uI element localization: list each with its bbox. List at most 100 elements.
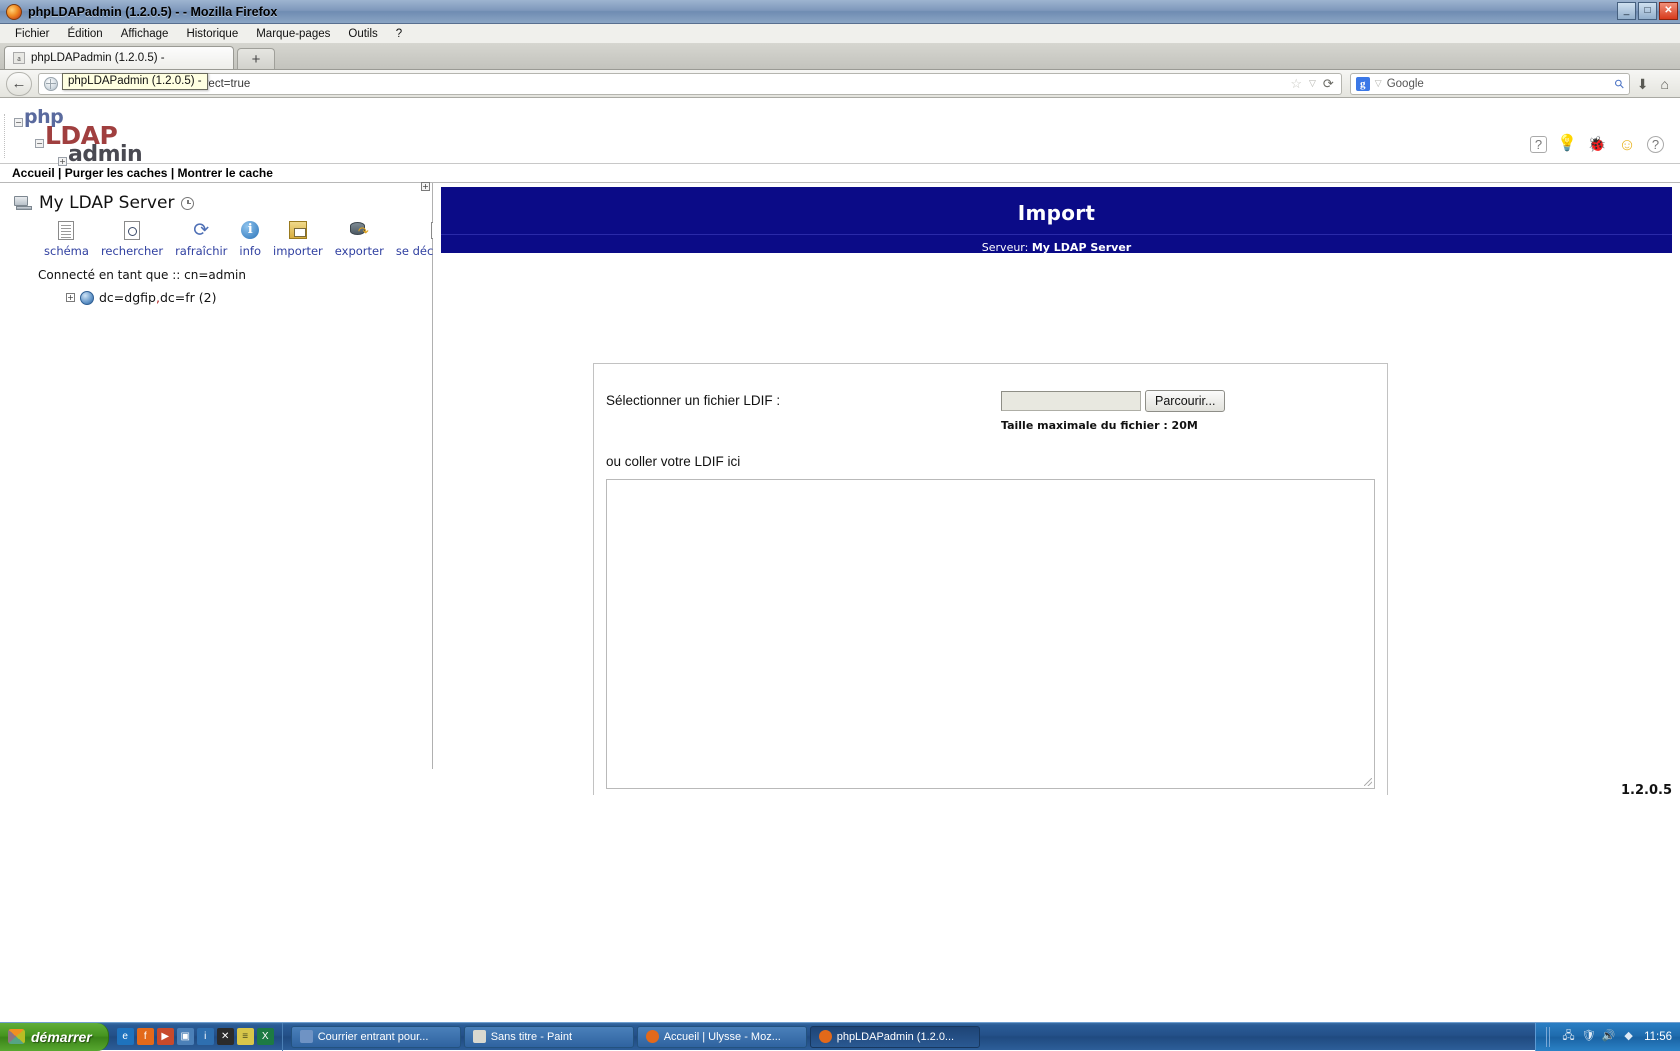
tree-expander-icon[interactable]: + [66, 293, 75, 302]
tree-node-label[interactable]: dc=dgfip,dc=fr (2) [99, 290, 216, 305]
maximize-button[interactable]: □ [1638, 2, 1657, 20]
browser-menubar: Fichier Édition Affichage Historique Mar… [0, 24, 1680, 44]
url-bar[interactable]: 1 md.php?server_id=1&redirect=true ☆ ▽ ⟳ [38, 72, 1342, 95]
menu-outils[interactable]: Outils [339, 26, 386, 42]
taskbar-clock[interactable]: 11:56 [1642, 1031, 1672, 1043]
task-button-paint-label: Sans titre - Paint [490, 1030, 573, 1043]
firefox-icon[interactable]: f [136, 1028, 154, 1045]
tree-node-dc-dgfip[interactable]: + dc=dgfip,dc=fr (2) [0, 282, 432, 305]
start-button-label: démarrer [31, 1028, 92, 1045]
sidebar-tool-info[interactable]: i info [233, 219, 267, 258]
connected-as-text: Connecté en tant que :: cn=admin [38, 268, 246, 282]
task-button-ulysse-label: Accueil | Ulysse - Moz... [663, 1030, 781, 1043]
ldif-textarea[interactable] [606, 479, 1375, 789]
shield-icon[interactable]: 🛡 [1582, 1030, 1596, 1043]
google-icon: g [1355, 76, 1370, 91]
refresh-icon: ⟳ [193, 219, 210, 241]
sidebar: + My LDAP Server schéma rechercher ⟳ raf… [0, 182, 485, 769]
search-icon[interactable]: ⚲ [1611, 75, 1627, 91]
sidebar-tool-schema[interactable]: schéma [38, 219, 95, 258]
server-subtitle-prefix: Serveur: [981, 241, 1032, 254]
sidebar-tool-rafraichir[interactable]: ⟳ rafraîchir [169, 219, 233, 259]
sidebar-resize-handle[interactable]: + [421, 182, 430, 191]
file-select-row: Sélectionner un fichier LDIF : Parcourir… [594, 364, 1387, 432]
nav-link-montrer-le-cache[interactable]: Montrer le cache [178, 166, 273, 180]
logo-box-minus: − [14, 118, 23, 127]
app-nav-links: Accueil | Purger les caches | Montrer le… [0, 164, 1680, 183]
menu-fichier[interactable]: Fichier [6, 26, 59, 42]
nav-separator-2: | [170, 166, 175, 180]
task-button-courrier[interactable]: Courrier entrant pour... [290, 1025, 461, 1048]
close-button[interactable]: ✕ [1659, 2, 1678, 20]
file-select-label: Sélectionner un fichier LDIF : [606, 393, 781, 408]
document-icon [58, 219, 75, 241]
url-bar-actions: ☆ ▽ ⟳ [1290, 77, 1335, 90]
minimize-button[interactable]: _ [1617, 2, 1636, 20]
firefox-icon [818, 1030, 832, 1043]
nav-link-purger-les-caches[interactable]: Purger les caches [65, 166, 168, 180]
network-icon[interactable]: 🖧 [1562, 1030, 1575, 1043]
back-button[interactable]: ← [6, 71, 32, 96]
nav-separator-1: | [58, 166, 62, 180]
lightbulb-icon[interactable]: 💡 [1557, 134, 1577, 154]
downloads-icon[interactable]: ⬇ [1632, 77, 1654, 91]
info-icon[interactable]: i [196, 1028, 214, 1045]
notepad-icon[interactable]: ≡ [236, 1028, 254, 1045]
search-bar[interactable]: g ▽ Google ⚲ [1349, 72, 1630, 95]
tray-handle[interactable] [1546, 1026, 1552, 1047]
server-row[interactable]: My LDAP Server [0, 193, 432, 213]
sidebar-tool-rechercher[interactable]: rechercher [95, 219, 169, 258]
bug-icon[interactable]: 🐞 [1587, 134, 1607, 154]
menu-historique[interactable]: Historique [177, 26, 247, 42]
file-path-input[interactable] [1001, 391, 1141, 411]
info-icon[interactable]: ? [1647, 135, 1664, 153]
header-icon-bar: ? 💡 🐞 ☺ ? [1530, 134, 1664, 154]
start-button[interactable]: démarrer [0, 1022, 109, 1051]
logo-box-plus: + [58, 157, 67, 166]
task-button-ulysse[interactable]: Accueil | Ulysse - Moz... [636, 1025, 807, 1048]
help-icon[interactable]: ? [1530, 135, 1547, 153]
antivirus-icon[interactable]: ◆ [1622, 1030, 1635, 1043]
task-button-list: Courrier entrant pour... Sans titre - Pa… [283, 1025, 980, 1048]
new-tab-button[interactable]: + [237, 48, 275, 69]
firefox-icon [645, 1030, 659, 1043]
menu-marque-pages[interactable]: Marque-pages [247, 26, 339, 42]
clock-icon [181, 196, 195, 210]
import-icon [288, 219, 307, 241]
logo-box-minus-2: − [35, 139, 44, 148]
window-titlebar[interactable]: phpLDAPadmin (1.2.0.5) - - Mozilla Firef… [0, 0, 1680, 24]
task-button-paint[interactable]: Sans titre - Paint [463, 1025, 634, 1048]
media-icon[interactable]: ▶ [156, 1028, 174, 1045]
x-icon[interactable]: ✕ [216, 1028, 234, 1045]
server-name[interactable]: My LDAP Server [39, 193, 174, 213]
reload-icon[interactable]: ⟳ [1323, 77, 1334, 90]
resize-grip-icon[interactable] [1364, 778, 1372, 786]
volume-icon[interactable]: 🔊 [1602, 1030, 1616, 1043]
ie-icon[interactable]: e [116, 1028, 134, 1045]
menu-edition[interactable]: Édition [59, 26, 112, 42]
browser-tab-active[interactable]: a phpLDAPadmin (1.2.0.5) - [4, 46, 234, 69]
sidebar-tool-exporter[interactable]: ↷ exporter [329, 219, 390, 258]
excel-icon[interactable]: X [256, 1028, 274, 1045]
search-input[interactable]: Google [1387, 78, 1424, 90]
import-panel-header: Import Serveur: My LDAP Server [441, 187, 1672, 254]
menu-aide[interactable]: ? [387, 26, 411, 42]
browse-button[interactable]: Parcourir... [1145, 390, 1226, 412]
sidebar-tool-info-label: info [239, 244, 261, 258]
tab-tooltip: phpLDAPadmin (1.2.0.5) - [62, 73, 208, 90]
globe-icon [80, 290, 94, 305]
home-icon[interactable]: ⌂ [1656, 77, 1674, 91]
menu-affichage[interactable]: Affichage [112, 26, 178, 42]
explorer-icon[interactable]: ▣ [176, 1028, 194, 1045]
search-engine-chevron-icon[interactable]: ▽ [1375, 79, 1382, 88]
smiley-icon[interactable]: ☺ [1617, 134, 1637, 154]
nav-link-accueil[interactable]: Accueil [12, 166, 55, 180]
task-button-courrier-label: Courrier entrant pour... [317, 1030, 429, 1043]
sidebar-tool-importer-label: importer [273, 244, 323, 258]
bookmark-star-icon[interactable]: ☆ [1290, 77, 1302, 90]
task-button-phpldapadmin[interactable]: phpLDAPadmin (1.2.0... [809, 1025, 980, 1048]
server-icon [14, 195, 32, 211]
chevron-down-icon[interactable]: ▽ [1309, 79, 1316, 88]
tree-node-dn-right: dc=fr (2) [159, 290, 217, 305]
sidebar-tool-importer[interactable]: importer [267, 219, 329, 258]
